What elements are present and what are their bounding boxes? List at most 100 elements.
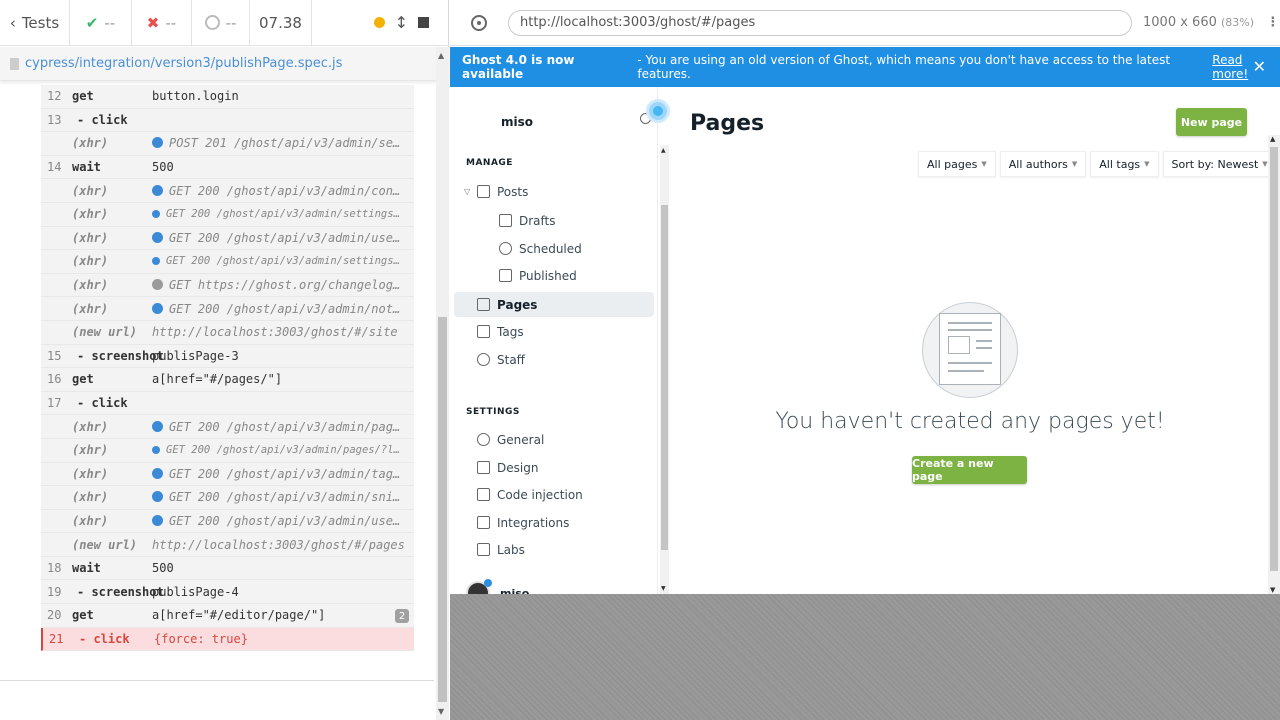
command-row[interactable]: (xhr) GET 200 /ghost/api/v3/admin/sni… [41, 486, 414, 510]
user-menu[interactable]: miso [466, 579, 529, 594]
command-row[interactable]: 18 wait 500 [41, 557, 414, 581]
viewport-info[interactable]: 1000 x 660 (83%) ⋮ [1143, 15, 1279, 30]
command-row[interactable]: (xhr) GET 200 /ghost/api/v3/admin/not… [41, 297, 414, 321]
url-bar[interactable]: http://localhost:3003/ghost/#/pages [508, 9, 1132, 36]
scroll-down-icon[interactable]: ▼ [1270, 586, 1275, 594]
sidebar-item-labs[interactable]: Labs [454, 537, 654, 562]
xhr-status-dot-icon [152, 210, 160, 219]
chevron-down-icon: ▼ [1262, 160, 1268, 168]
filter-tag[interactable]: All tags ▼ [1090, 151, 1159, 177]
scroll-up-icon[interactable]: ▲ [661, 147, 666, 154]
command-row[interactable]: (xhr) GET https://ghost.org/changelog… [41, 274, 414, 298]
filter-type[interactable]: All pages ▼ [918, 151, 996, 177]
command-row[interactable]: (new url) http://localhost:3003/ghost/#/p… [41, 533, 414, 557]
command-name: (xhr) [72, 230, 109, 245]
spec-path[interactable]: cypress/integration/version3/publishPage… [25, 56, 342, 71]
command-row[interactable]: (xhr) GET 200 /ghost/api/v3/admin/pag… [41, 415, 414, 439]
more-vertical-icon[interactable]: ⋮ [1266, 15, 1279, 30]
command-log-area: 12 get button.login 13 - click (xhr) POST 201 … [0, 82, 434, 680]
command-number: 17 [47, 396, 62, 411]
xhr-status-dot-icon [152, 514, 163, 526]
command-message-text: a[href="#/editor/page/"] [152, 608, 326, 623]
sidebar-item-staff[interactable]: Staff [454, 347, 654, 372]
command-message-text: GET 200 /ghost/api/v3/admin/not… [169, 301, 401, 316]
sidebar-item-drafts[interactable]: Drafts [454, 208, 654, 233]
failed-value: -- [165, 13, 177, 32]
spec-path-bar[interactable]: cypress/integration/version3/publishPage… [0, 47, 449, 81]
sidebar-item-posts[interactable]: Posts [454, 179, 654, 204]
autoscroll-toggle-icon[interactable]: ↕ [395, 13, 408, 32]
command-message-text: GET https://ghost.org/changelog… [169, 278, 401, 293]
scroll-up-icon[interactable]: ▲ [438, 51, 444, 60]
command-row-failed[interactable]: 21 - click {force: true} [41, 627, 414, 652]
tests-button[interactable]: ‹ Tests [0, 0, 70, 45]
divider [0, 680, 434, 681]
failed-count[interactable]: ✖ -- [132, 0, 192, 45]
command-row[interactable]: (xhr) GET 200 /ghost/api/v3/admin/pages/?… [41, 439, 414, 463]
command-message: publisPage-3 [152, 349, 414, 363]
command-row[interactable]: 15 - screenshot publisPage-3 [41, 345, 414, 369]
command-row[interactable]: (xhr) GET 200 /ghost/api/v3/admin/use… [41, 227, 414, 251]
scrollbar-thumb[interactable] [661, 205, 668, 550]
command-message-text: GET 200 /ghost/api/v3/admin/settings/… [166, 208, 407, 221]
command-row[interactable]: (new url) http://localhost:3003/ghost/#/s… [41, 321, 414, 345]
command-row[interactable]: (xhr) GET 200 /ghost/api/v3/admin/tag… [41, 463, 414, 487]
command-row[interactable]: (xhr) GET 200 /ghost/api/v3/admin/con… [41, 179, 414, 203]
scroll-up-icon[interactable]: ▲ [1270, 135, 1275, 143]
banner-text: - You are using an old version of Ghost,… [637, 53, 1171, 81]
sidebar-item-published[interactable]: Published [454, 263, 654, 288]
scrollbar-thumb[interactable] [1270, 147, 1278, 571]
new-page-button[interactable]: New page [1176, 108, 1247, 136]
selector-playground-icon[interactable] [471, 14, 487, 31]
command-number: 12 [47, 89, 62, 104]
command-name: (xhr) [72, 301, 109, 316]
command-message-text: a[href="#/pages/"] [152, 372, 283, 387]
sidebar-scrollbar[interactable]: ▲ ▼ [660, 145, 669, 594]
sidebar-item-label: Posts [497, 184, 529, 199]
command-row[interactable]: 19 - screenshot publisPage-4 [41, 580, 414, 605]
command-name: (new url) [72, 325, 138, 340]
scroll-down-icon[interactable]: ▼ [661, 585, 666, 592]
command-name: - click [79, 631, 130, 646]
close-icon[interactable]: ✕ [1253, 57, 1266, 76]
sidebar-item-scheduled[interactable]: Scheduled [454, 236, 654, 261]
command-number: 16 [47, 372, 62, 387]
command-name: get [72, 89, 94, 104]
filter-sort[interactable]: Sort by: Newest ▼ [1162, 151, 1277, 177]
stop-icon[interactable] [418, 17, 429, 28]
empty-state-message: You haven't created any pages yet! [775, 409, 1165, 434]
command-message-text: GET 200 /ghost/api/v3/admin/pag… [169, 419, 401, 434]
manage-section-label: MANAGE [466, 158, 513, 168]
illustration-line [948, 329, 992, 331]
sidebar-item-tags[interactable]: Tags [454, 319, 654, 344]
site-brand[interactable]: miso [501, 115, 533, 129]
sidebar-item-general[interactable]: General [454, 427, 654, 452]
main-scrollbar[interactable]: ▲ ▼ [1268, 135, 1280, 594]
command-row[interactable]: 16 get a[href="#/pages/"] [41, 368, 414, 392]
command-row[interactable]: (xhr) GET 200 /ghost/api/v3/admin/setting… [41, 250, 414, 274]
command-row[interactable]: (xhr) GET 200 /ghost/api/v3/admin/use… [41, 510, 414, 534]
scroll-down-icon[interactable]: ▼ [438, 707, 444, 716]
command-row[interactable]: 14 wait 500 [41, 156, 414, 180]
sidebar-item-design[interactable]: Design [454, 455, 654, 480]
command-row[interactable]: (xhr) POST 201 /ghost/api/v3/admin/se… [41, 132, 414, 156]
command-row[interactable]: 13 - click [41, 109, 414, 133]
filter-author[interactable]: All authors ▼ [999, 151, 1087, 177]
sidebar-item-pages[interactable]: Pages [454, 292, 654, 317]
sidebar-item-integrations[interactable]: Integrations [454, 510, 654, 535]
reporter-scrollbar[interactable]: ▲ ▼ [436, 47, 449, 720]
passed-count[interactable]: ✔ -- [70, 0, 132, 45]
command-message: GET https://ghost.org/changelog… [152, 278, 414, 292]
xhr-status-dot-icon [152, 257, 160, 266]
command-row[interactable]: 12 get button.login [41, 85, 414, 109]
command-message: GET 200 /ghost/api/v3/admin/use… [152, 514, 414, 528]
command-row[interactable]: 17 - click [41, 392, 414, 416]
scrollbar-thumb[interactable] [438, 317, 447, 702]
command-row[interactable]: 20 get a[href="#/editor/page/"] 2 [41, 604, 414, 628]
pending-count[interactable]: -- [192, 0, 250, 45]
image-icon [948, 336, 970, 354]
command-row[interactable]: (xhr) GET 200 /ghost/api/v3/admin/setting… [41, 203, 414, 227]
create-new-page-button[interactable]: Create a new page [912, 456, 1027, 484]
sidebar-item-code-injection[interactable]: Code injection [454, 482, 654, 507]
banner-read-more-link[interactable]: Read more! [1212, 53, 1280, 81]
